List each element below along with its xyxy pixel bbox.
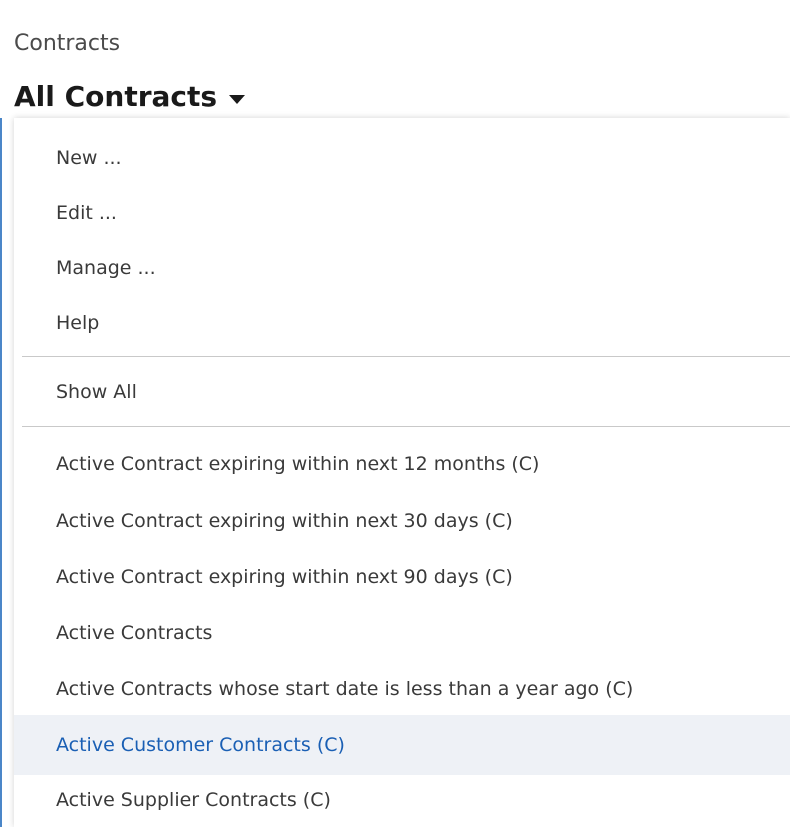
menu-item-view[interactable]: Active Contracts whose start date is les… (14, 664, 790, 714)
menu-item-view[interactable]: Active Contracts (14, 608, 790, 658)
menu-item-help[interactable]: Help (14, 298, 790, 348)
object-label: Contracts (14, 31, 121, 56)
menu-item-label: Edit ... (56, 202, 117, 224)
menu-item-label: Active Supplier Contracts (C) (56, 789, 331, 811)
list-view-header: Contracts All Contracts (0, 0, 790, 118)
menu-item-label: Help (56, 312, 100, 334)
menu-divider (22, 356, 790, 357)
menu-item-view-highlighted[interactable]: Active Customer Contracts (C) (14, 715, 790, 775)
menu-item-view[interactable]: Active Contract expiring within next 12 … (14, 439, 790, 489)
list-view-dropdown-menu: New ... Edit ... Manage ... Help Show Al… (14, 118, 790, 827)
menu-item-label: Active Contracts whose start date is les… (56, 678, 634, 700)
menu-item-view[interactable]: Active Contract expiring within next 90 … (14, 552, 790, 602)
menu-divider (22, 426, 790, 427)
window-left-border (0, 0, 2, 827)
view-title[interactable]: All Contracts (14, 78, 217, 116)
menu-item-label: Active Contracts (56, 622, 213, 644)
menu-item-label: Active Contract expiring within next 12 … (56, 453, 540, 475)
menu-item-edit[interactable]: Edit ... (14, 188, 790, 238)
menu-item-view[interactable]: Active Contract expiring within next 30 … (14, 496, 790, 546)
menu-item-label: Active Contract expiring within next 90 … (56, 566, 513, 588)
menu-item-label: New ... (56, 147, 122, 169)
menu-item-manage[interactable]: Manage ... (14, 243, 790, 293)
caret-down-icon[interactable] (229, 94, 246, 104)
menu-item-new[interactable]: New ... (14, 133, 790, 183)
menu-item-label: Show All (56, 381, 137, 403)
menu-item-label: Active Customer Contracts (C) (56, 734, 345, 756)
menu-item-view[interactable]: Active Supplier Contracts (C) (14, 775, 790, 825)
menu-item-show-all[interactable]: Show All (14, 367, 790, 417)
menu-item-label: Active Contract expiring within next 30 … (56, 510, 513, 532)
menu-item-label: Manage ... (56, 257, 156, 279)
list-view-selector[interactable]: All Contracts (14, 78, 246, 116)
